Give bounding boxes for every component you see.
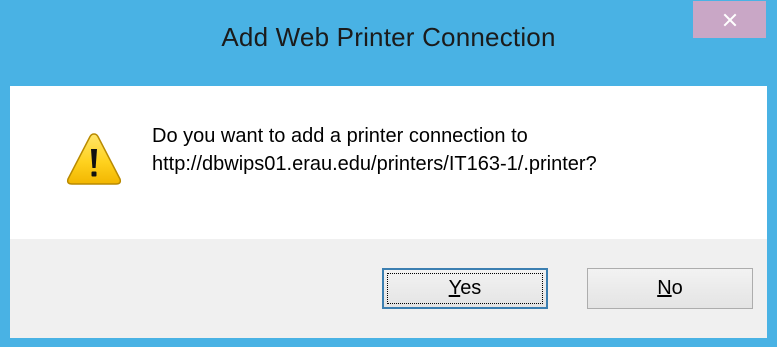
title-bar[interactable]: Add Web Printer Connection [0,0,777,86]
no-mnemonic: N [657,277,672,299]
close-button[interactable] [693,1,766,38]
message-text: Do you want to add a printer connection … [152,122,597,178]
button-bar: Yes No [10,239,767,338]
dialog-window: Add Web Printer Connection Do you want t… [0,0,777,347]
message-line-1: Do you want to add a printer connection … [152,125,528,147]
message-line-2: http://dbwips01.erau.edu/printers/IT163-… [152,153,597,175]
close-icon [723,13,736,26]
focus-ring [387,273,543,304]
yes-button[interactable]: Yes [382,268,548,309]
message-area: Do you want to add a printer connection … [10,86,767,239]
window-title: Add Web Printer Connection [221,22,556,52]
no-button-label: No [657,277,683,300]
warning-icon [66,133,122,185]
no-button[interactable]: No [587,268,753,309]
no-label-rest: o [671,277,683,299]
